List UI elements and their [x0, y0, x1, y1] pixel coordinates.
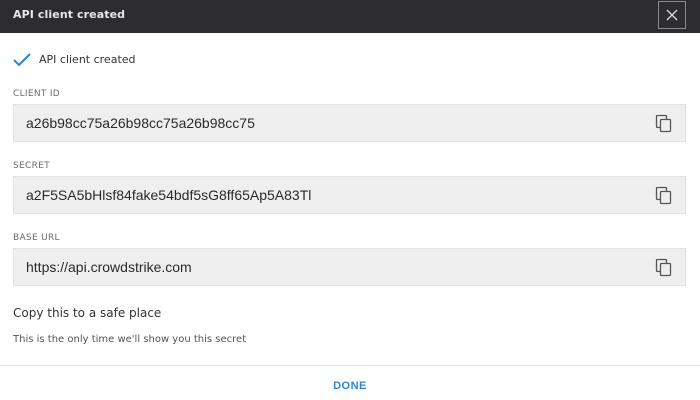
secret-field: a2F5SA5bHlsf84fake54bdf5sG8ff65Ap5A83Tl: [13, 176, 686, 214]
close-button[interactable]: [658, 1, 686, 29]
copy-icon: [655, 186, 672, 205]
footer-divider: [0, 365, 700, 366]
secret-warning-text: This is the only time we'll show you thi…: [13, 334, 247, 345]
close-icon: [666, 9, 678, 21]
checkmark-icon: [13, 53, 31, 67]
base-url-value[interactable]: https://api.crowdstrike.com: [26, 259, 192, 275]
base-url-label: BASE URL: [13, 233, 60, 243]
done-button[interactable]: DONE: [310, 372, 390, 398]
copy-icon: [655, 114, 672, 133]
dialog-title: API client created: [13, 8, 126, 21]
copy-secret-button[interactable]: [655, 186, 673, 206]
client-id-label: CLIENT ID: [13, 89, 61, 99]
copy-base-url-button[interactable]: [655, 258, 673, 278]
copy-icon: [655, 258, 672, 277]
safe-place-heading: Copy this to a safe place: [13, 306, 162, 320]
status-text: API client created: [39, 53, 136, 66]
base-url-field: https://api.crowdstrike.com: [13, 248, 686, 286]
secret-label: SECRET: [13, 161, 50, 171]
client-id-value[interactable]: a26b98cc75a26b98cc75a26b98cc75: [26, 115, 255, 131]
api-client-dialog: API client created API client created CL…: [0, 0, 700, 400]
client-id-field: a26b98cc75a26b98cc75a26b98cc75: [13, 104, 686, 142]
dialog-titlebar: API client created: [0, 0, 700, 33]
secret-value[interactable]: a2F5SA5bHlsf84fake54bdf5sG8ff65Ap5A83Tl: [26, 187, 311, 203]
copy-client-id-button[interactable]: [655, 114, 673, 134]
